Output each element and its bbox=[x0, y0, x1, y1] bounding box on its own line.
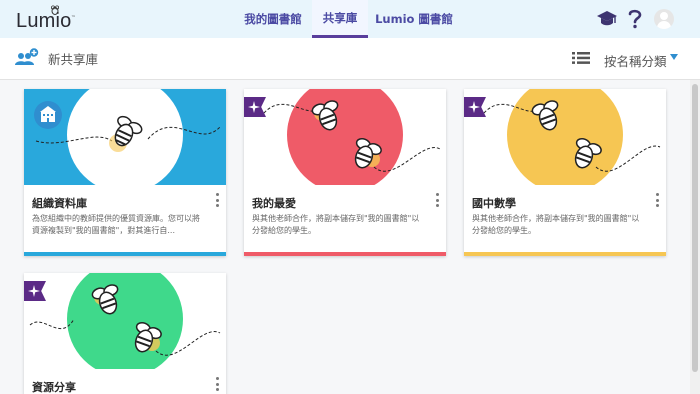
sparkle-icon bbox=[468, 101, 480, 113]
more-options-icon[interactable] bbox=[654, 193, 660, 209]
library-card-favorites[interactable]: 我的最愛 與其他老師合作，將副本儲存到"我的圖書館"以分發給您的學生。 bbox=[244, 89, 446, 256]
tab-shared-libraries[interactable]: 共享庫 bbox=[312, 0, 368, 38]
library-card-organization[interactable]: 組織資料庫 為您組織中的教師提供的優質資源庫。您可以將資源複製到"我的圖書館"，… bbox=[24, 89, 226, 256]
card-banner bbox=[24, 273, 226, 369]
card-title: 資源分享 bbox=[32, 381, 76, 394]
add-group-icon bbox=[15, 48, 39, 65]
new-shared-library-label: 新共享庫 bbox=[48, 51, 99, 67]
card-banner bbox=[24, 89, 226, 185]
help-icon[interactable] bbox=[628, 9, 642, 29]
card-accent-bar bbox=[464, 252, 666, 256]
avatar-head bbox=[660, 12, 668, 20]
school-building-icon bbox=[34, 101, 62, 129]
chevron-down-icon bbox=[670, 54, 678, 60]
tab-lumio-library[interactable]: Lumio 圖書館 bbox=[374, 0, 454, 38]
card-banner bbox=[464, 89, 666, 185]
more-options-icon[interactable] bbox=[214, 193, 220, 209]
sparkle-icon bbox=[28, 285, 40, 297]
card-banner bbox=[244, 89, 446, 185]
library-card-junior-high-math[interactable]: 國中數學 與其他老師合作，將副本儲存到"我的圖書館"以分發給您的學生。 bbox=[464, 89, 666, 256]
library-card-resource-sharing[interactable]: 資源分享 bbox=[24, 273, 226, 394]
trademark: ™ bbox=[71, 15, 76, 21]
card-description: 為您組織中的教師提供的優質資源庫。您可以將資源複製到"我的圖書館"，對其進行自.… bbox=[32, 214, 200, 235]
card-description: 與其他老師合作，將副本儲存到"我的圖書館"以分發給您的學生。 bbox=[252, 214, 420, 235]
bee-banner-illustration bbox=[29, 273, 221, 369]
vertical-scrollbar[interactable] bbox=[690, 80, 700, 394]
card-description: 與其他老師合作，將副本儲存到"我的圖書館"以分發給您的學生。 bbox=[472, 214, 640, 235]
library-toolbar: 新共享庫 按名稱分類 bbox=[0, 38, 700, 80]
top-navigation-bar: Lumio ™ 我的圖書館 共享庫 Lumio 圖書館 bbox=[0, 0, 700, 38]
avatar[interactable] bbox=[654, 9, 674, 29]
new-shared-library-button[interactable]: 新共享庫 bbox=[14, 48, 98, 68]
card-accent-bar bbox=[244, 252, 446, 256]
tab-my-library[interactable]: 我的圖書館 bbox=[240, 0, 306, 38]
lumio-logo[interactable]: Lumio bbox=[16, 10, 71, 33]
bee-logo-icon bbox=[50, 5, 60, 15]
card-accent-bar bbox=[24, 252, 226, 256]
sort-label: 按名稱分類 bbox=[604, 54, 667, 69]
bee-banner-illustration bbox=[263, 89, 441, 185]
sort-by-name-dropdown[interactable]: 按名稱分類 bbox=[604, 51, 678, 70]
list-view-icon[interactable] bbox=[572, 52, 590, 64]
graduation-cap-icon[interactable] bbox=[596, 10, 618, 28]
card-title: 我的最愛 bbox=[252, 197, 296, 210]
avatar-body bbox=[657, 21, 671, 29]
card-title: 國中數學 bbox=[472, 197, 516, 210]
scrollbar-thumb[interactable] bbox=[692, 84, 698, 372]
bee-banner-illustration bbox=[483, 89, 661, 185]
card-title: 組織資料庫 bbox=[32, 197, 87, 210]
more-options-icon[interactable] bbox=[434, 193, 440, 209]
more-options-icon[interactable] bbox=[214, 377, 220, 393]
sparkle-icon bbox=[248, 101, 260, 113]
